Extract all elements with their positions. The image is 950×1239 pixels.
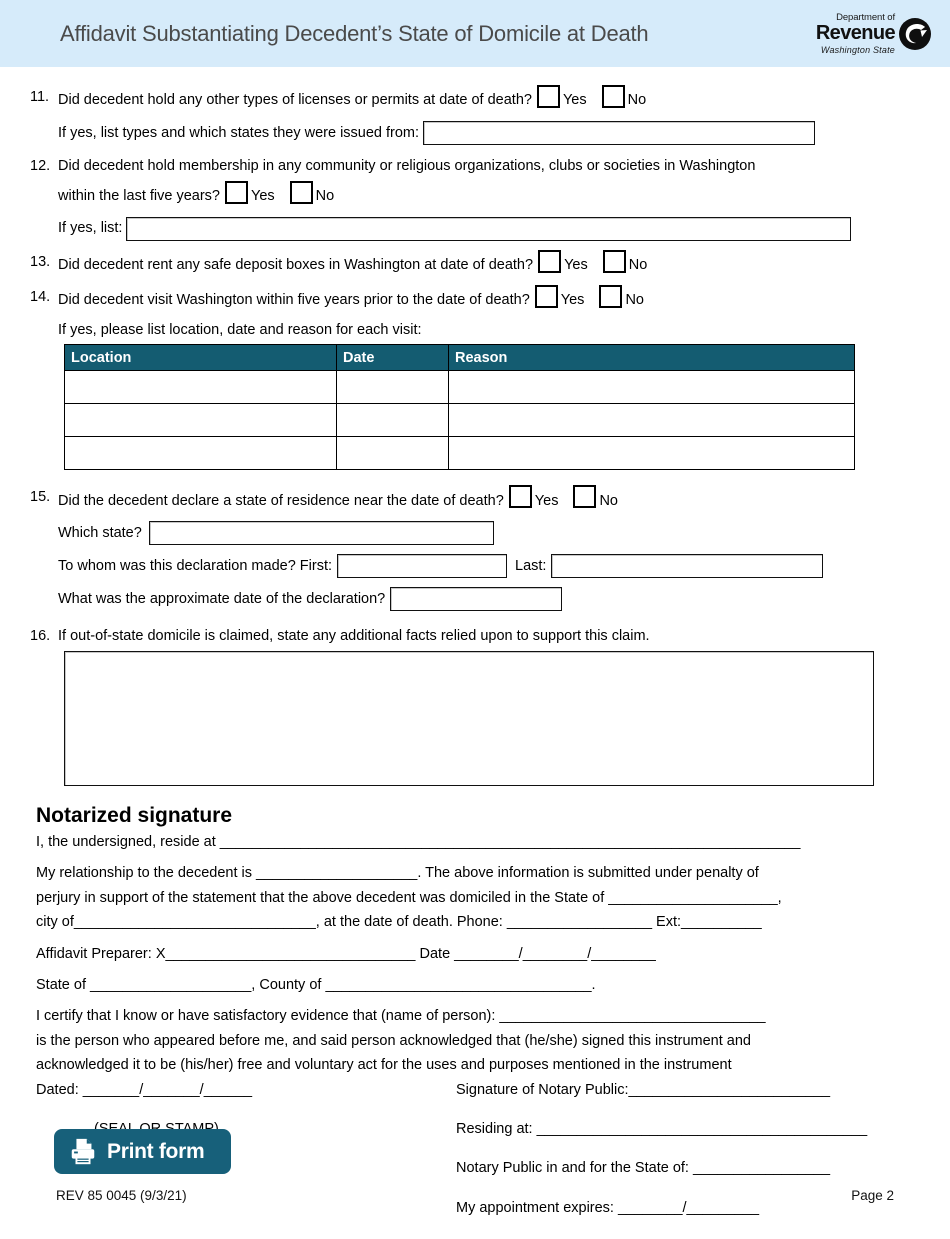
revenue-swoosh-icon	[899, 18, 931, 50]
print-form-label: Print form	[107, 1139, 205, 1163]
q15-yes-label: Yes	[534, 492, 559, 509]
q16-additional-facts-textarea[interactable]	[64, 651, 874, 787]
notary-certify-line: I certify that I know or have satisfacto…	[36, 1008, 766, 1025]
question-12-text-line1: Did decedent hold membership in any comm…	[58, 158, 756, 174]
notary-acknowledged-line: acknowledged it to be (his/her) free and…	[36, 1057, 732, 1074]
notary-perjury-line: perjury in support of the statement that…	[36, 889, 782, 906]
notary-signature-line: Signature of Notary Public:_____________…	[456, 1081, 831, 1098]
notary-appeared-line: is the person who appeared before me, an…	[36, 1032, 751, 1049]
visit-row-1-location[interactable]	[64, 370, 337, 405]
visit-row-2-location[interactable]	[64, 403, 337, 438]
visit-row-1-date[interactable]	[336, 370, 449, 405]
q11-no-checkbox[interactable]	[601, 85, 625, 108]
visit-row-3-reason[interactable]	[448, 436, 855, 471]
notary-right-column: Signature of Notary Public:_____________…	[456, 1082, 922, 1239]
form-body: 11. Did decedent hold any other types of…	[0, 85, 950, 1239]
q14-yes-checkbox[interactable]	[534, 284, 558, 308]
visit-row-2-reason[interactable]	[448, 403, 855, 438]
question-15-text: Did the decedent declare a state of resi…	[58, 492, 504, 509]
page-header: Affidavit Substantiating Decedent’s Stat…	[0, 0, 950, 67]
notary-preparer-line: Affidavit Preparer: X___________________…	[36, 945, 656, 962]
question-14-number: 14.	[30, 288, 51, 305]
q12-followup-input[interactable]	[126, 216, 852, 241]
logo-revenue-text: Revenue	[815, 22, 896, 45]
question-11-text: Did decedent hold any other types of lic…	[58, 92, 532, 109]
q15-which-state-input[interactable]	[148, 521, 494, 546]
q15-approx-date-input[interactable]	[390, 587, 563, 612]
q11-no-label: No	[627, 92, 647, 109]
question-16-number: 16.	[30, 628, 51, 645]
q11-followup-input[interactable]	[423, 121, 816, 145]
question-12-number: 12.	[30, 158, 51, 174]
visit-row-2-date[interactable]	[336, 403, 449, 438]
notary-reside-line: I, the undersigned, reside at __________…	[36, 834, 801, 851]
print-form-button[interactable]: Print form	[54, 1129, 231, 1174]
question-14: 14. Did decedent visit Washington within…	[28, 284, 922, 339]
q12-no-label: No	[315, 187, 335, 204]
notary-dated-line: Dated: _______/_______/______	[36, 1081, 253, 1098]
visit-table: Location Date Reason	[64, 344, 855, 471]
q14-no-label: No	[625, 291, 644, 308]
question-12: 12. Did decedent hold membership in any …	[28, 158, 922, 241]
footer-revision: REV 85 0045 (9/3/21)	[56, 1188, 187, 1203]
q13-no-label: No	[628, 256, 648, 273]
question-13-text: Did decedent rent any safe deposit boxes…	[58, 256, 534, 273]
table-row	[64, 370, 855, 405]
question-14-text: Did decedent visit Washington within fiv…	[58, 291, 530, 308]
q12-yes-label: Yes	[251, 187, 275, 204]
notary-residing-line: Residing at: ___________________________…	[456, 1120, 868, 1137]
q14-followup-label: If yes, please list location, date and r…	[58, 321, 422, 338]
question-11-number: 11.	[30, 89, 50, 105]
visit-table-header-reason: Reason	[448, 344, 855, 372]
question-13-number: 13.	[30, 253, 51, 270]
q15-yes-checkbox[interactable]	[508, 485, 532, 509]
logo-washington-state-text: Washington State	[820, 45, 895, 56]
notary-relationship-line: My relationship to the decedent is _____…	[36, 865, 759, 882]
visit-table-header-date: Date	[336, 344, 449, 372]
notary-state-of-line: Notary Public in and for the State of: _…	[456, 1160, 831, 1177]
q15-no-checkbox[interactable]	[573, 485, 597, 509]
question-11: 11. Did decedent hold any other types of…	[28, 85, 922, 145]
q13-yes-checkbox[interactable]	[538, 249, 562, 273]
q12-followup-label: If yes, list:	[58, 220, 123, 237]
q15-last-name-input[interactable]	[551, 554, 824, 579]
q12-yes-checkbox[interactable]	[225, 180, 248, 204]
question-15-number: 15.	[30, 489, 51, 506]
q11-yes-checkbox[interactable]	[536, 85, 560, 108]
q12-no-checkbox[interactable]	[289, 180, 313, 204]
question-13: 13. Did decedent rent any safe deposit b…	[28, 249, 922, 277]
footer-page-number: Page 2	[851, 1188, 894, 1203]
q15-approx-date-label: What was the approximate date of the dec…	[58, 591, 386, 607]
logo-department-text: Department of	[836, 11, 895, 23]
visit-row-1-reason[interactable]	[448, 370, 855, 405]
question-15: 15. Did the decedent declare a state of …	[28, 485, 922, 612]
q15-first-name-input[interactable]	[337, 554, 507, 579]
visit-row-3-location[interactable]	[64, 436, 337, 471]
q15-last-label: Last:	[515, 558, 547, 574]
question-16-text: If out-of-state domicile is claimed, sta…	[58, 628, 650, 645]
notary-state-county-line: State of ____________________, County of…	[36, 976, 596, 993]
q15-which-state-label: Which state?	[58, 525, 142, 541]
q11-yes-label: Yes	[562, 92, 587, 109]
q15-to-whom-label: To whom was this declaration made? First…	[58, 558, 332, 574]
visit-table-header-location: Location	[64, 344, 337, 372]
q14-yes-label: Yes	[560, 291, 585, 308]
page-title: Affidavit Substantiating Decedent’s Stat…	[60, 20, 649, 46]
q13-yes-label: Yes	[564, 256, 588, 273]
q13-no-checkbox[interactable]	[602, 249, 626, 273]
department-of-revenue-logo: Department of Revenue Washington State	[798, 6, 932, 62]
table-row	[64, 436, 855, 471]
notarized-signature-heading: Notarized signature	[36, 804, 233, 828]
visit-row-3-date[interactable]	[336, 436, 449, 471]
notary-city-line: city of______________________________, a…	[36, 914, 762, 931]
visit-table-header-row: Location Date Reason	[64, 344, 855, 372]
page-footer: REV 85 0045 (9/3/21) Page 2	[0, 1188, 950, 1203]
table-row	[64, 403, 855, 438]
q11-followup-label: If yes, list types and which states they…	[58, 124, 420, 141]
question-16: 16. If out-of-state domicile is claimed,…	[28, 628, 922, 645]
q14-no-checkbox[interactable]	[599, 284, 623, 308]
printer-icon	[71, 1138, 95, 1164]
q15-no-label: No	[599, 492, 618, 509]
question-12-text-line2: within the last five years?	[58, 187, 220, 204]
